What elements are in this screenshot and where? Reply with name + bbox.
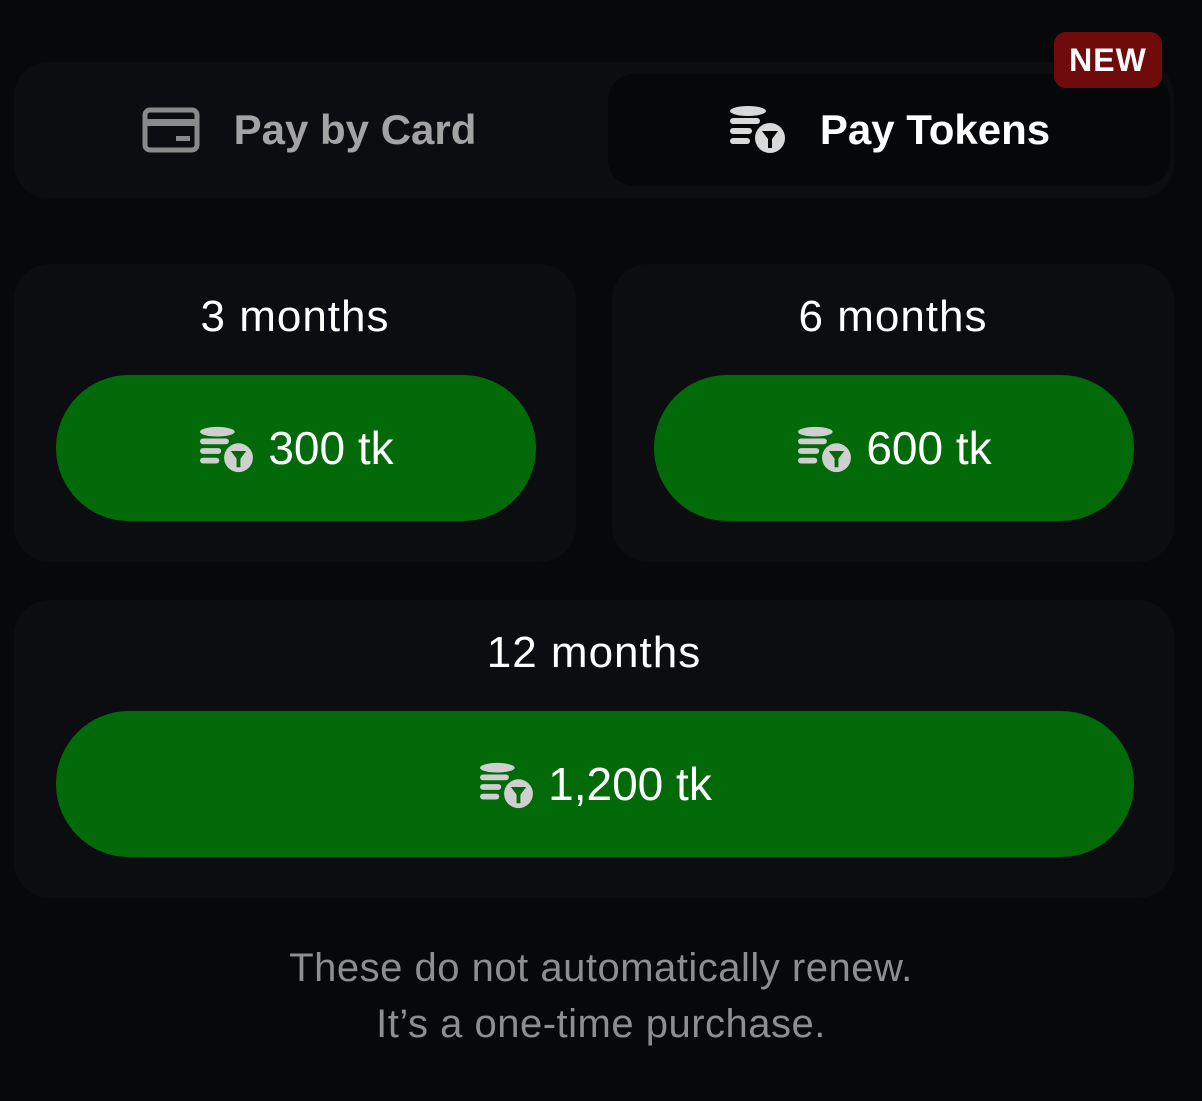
price-label: 300 tk bbox=[268, 422, 394, 474]
tab-label-tokens: Pay Tokens bbox=[819, 106, 1051, 153]
plan-title: 6 months bbox=[798, 292, 988, 341]
plan-title: 3 months bbox=[200, 292, 390, 341]
tokens-coin-stack-icon bbox=[478, 761, 534, 811]
tab-pay-by-card[interactable]: Pay by Card bbox=[14, 74, 604, 186]
tab-label-card: Pay by Card bbox=[233, 106, 477, 153]
tokens-coin-stack-icon bbox=[796, 425, 852, 475]
credit-card-icon bbox=[142, 107, 200, 153]
new-badge: NEW bbox=[1054, 32, 1162, 88]
tokens-coin-stack-icon bbox=[198, 425, 254, 475]
payment-method-tabs: Pay by Card Pay Tokens bbox=[14, 62, 1174, 198]
renewal-footnote: These do not automatically renew. It’s a… bbox=[0, 940, 1202, 1052]
plan-title: 12 months bbox=[486, 628, 702, 677]
buy-3-months-button[interactable]: 300 tk bbox=[56, 375, 536, 521]
plan-card-12-months: 12 months 1,200 tk bbox=[14, 600, 1174, 898]
price-label: 600 tk bbox=[866, 422, 992, 474]
footnote-line-1: These do not automatically renew. bbox=[289, 946, 913, 990]
buy-6-months-button[interactable]: 600 tk bbox=[654, 375, 1134, 521]
buy-12-months-button[interactable]: 1,200 tk bbox=[56, 711, 1134, 857]
footnote-line-2: It’s a one-time purchase. bbox=[376, 1002, 826, 1046]
tokens-coin-stack-icon bbox=[728, 104, 786, 156]
plan-card-6-months: 6 months 600 tk bbox=[612, 264, 1174, 562]
tab-pay-tokens[interactable]: Pay Tokens bbox=[608, 74, 1170, 186]
payment-screen: Pay by Card Pay Tokens NEW 3 months 300 … bbox=[0, 0, 1202, 1101]
plan-card-3-months: 3 months 300 tk bbox=[14, 264, 576, 562]
price-label: 1,200 tk bbox=[548, 758, 712, 810]
